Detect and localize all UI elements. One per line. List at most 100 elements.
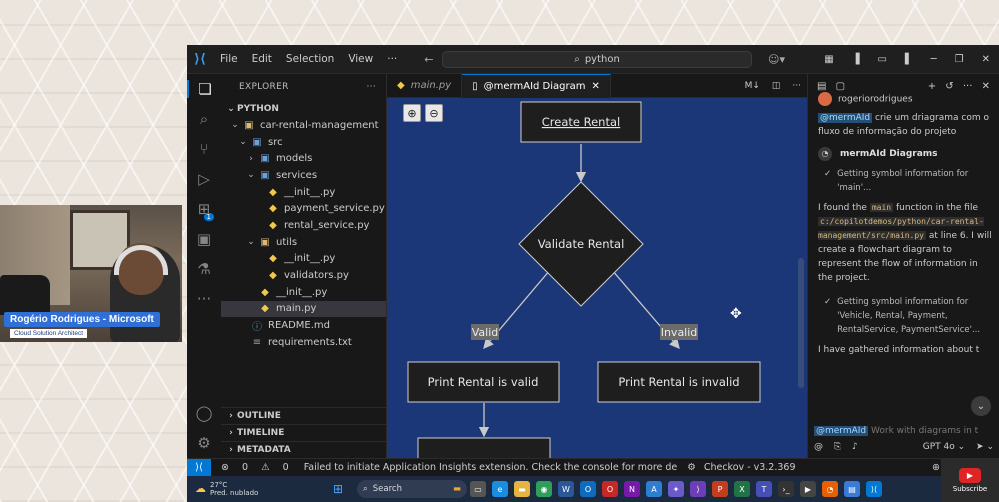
menu-selection[interactable]: Selection xyxy=(279,53,341,65)
scroll-down-icon[interactable]: ⌄ xyxy=(971,396,991,416)
maximize-icon[interactable]: ❐ xyxy=(946,54,973,65)
explorer-more-icon[interactable]: ··· xyxy=(367,82,376,92)
minimize-icon[interactable]: ─ xyxy=(922,54,946,65)
search-activity-icon[interactable]: ⌕ xyxy=(187,110,221,128)
taskbar-search[interactable]: ⌕ Search ▬ xyxy=(357,480,467,498)
tree-item[interactable]: ◆ rental_service.py xyxy=(221,217,386,234)
toggle-sidebar-icon[interactable]: ▐ xyxy=(843,54,869,65)
nav-back-icon[interactable]: ← xyxy=(418,53,439,66)
copilot-chat-panel: ▤ ▢ + ↺ ··· ✕ rogeriorodrigues @mermAId … xyxy=(807,74,999,458)
mention-icon[interactable]: @ xyxy=(814,442,831,452)
tree-item[interactable]: ◆ payment_service.py xyxy=(221,200,386,217)
chat-input[interactable]: @mermAId Work with diagrams in t @ ⎘ ♪ G… xyxy=(814,426,994,456)
chevron-down-icon[interactable]: ⌄ xyxy=(986,442,994,452)
edge-icon[interactable]: e xyxy=(492,481,508,497)
command-center-search[interactable]: ⌕ python xyxy=(442,51,752,68)
mermaid-diagram-canvas[interactable]: ⊕ ⊖ Valid Invalid Create Rental Validate… xyxy=(387,98,807,458)
tree-item[interactable]: › ▣ models xyxy=(221,150,386,167)
tree-item[interactable]: ⌄ ▣ car-rental-management xyxy=(221,117,386,134)
copilot-icon[interactable]: ☺▾ xyxy=(762,53,791,66)
testing-icon[interactable]: ⚗ xyxy=(187,260,221,278)
chevron-down-icon[interactable]: ⌄ xyxy=(958,442,966,452)
outlook-icon[interactable]: O xyxy=(580,481,596,497)
tree-item[interactable]: ◆ __init__.py xyxy=(221,184,386,201)
tree-item[interactable]: ◆ __init__.py xyxy=(221,251,386,268)
weather-condition: Pred. nublado xyxy=(210,489,259,497)
clipchamp-icon[interactable]: ▶ xyxy=(800,481,816,497)
progress-step-text: Getting symbol information for 'main'... xyxy=(837,168,969,193)
toggle-secondary-sidebar-icon[interactable]: ▌ xyxy=(896,54,922,65)
toggle-panel-icon[interactable]: ▭ xyxy=(868,54,895,65)
more-actions-icon[interactable]: ··· xyxy=(786,81,807,91)
chat-bubble-icon[interactable]: ▢ xyxy=(833,81,848,92)
tree-item[interactable]: ◆ validators.py xyxy=(221,267,386,284)
notes-icon[interactable]: ▤ xyxy=(844,481,860,497)
customize-layout-icon[interactable]: ▦ xyxy=(815,54,842,65)
source-control-icon[interactable]: ⑂ xyxy=(187,140,221,158)
start-icon[interactable]: ⊞ xyxy=(330,481,346,497)
attach-icon[interactable]: ⎘ xyxy=(834,442,849,452)
vertical-scrollbar[interactable] xyxy=(798,258,804,388)
remote-indicator-icon[interactable]: ⟩⟨ xyxy=(187,458,211,477)
tree-item[interactable]: ⌄ ▣ utils xyxy=(221,234,386,251)
word-icon[interactable]: W xyxy=(558,481,574,497)
tree-item[interactable]: ⌄ ▣ services xyxy=(221,167,386,184)
explorer-icon[interactable]: ❏ xyxy=(187,80,221,98)
model-picker[interactable]: GPT 4o xyxy=(923,442,955,452)
tree-item[interactable]: ⓘ README.md xyxy=(221,317,386,334)
chat-more-icon[interactable]: ··· xyxy=(960,81,976,92)
more-activity-icon[interactable]: ··· xyxy=(187,290,221,308)
task-view-icon[interactable]: ▭ xyxy=(470,481,486,497)
firefox-icon[interactable]: ◔ xyxy=(822,481,838,497)
terminal-icon[interactable]: ›_ xyxy=(778,481,794,497)
new-chat-file-icon[interactable]: ▤ xyxy=(814,81,829,92)
markdown-preview-badge[interactable]: M↓ xyxy=(739,81,766,91)
problems-indicator[interactable]: ⊗ 0 ⚠ 0 xyxy=(211,462,299,473)
tab-mermaid-diagram[interactable]: ▯ @mermAId Diagram ✕ xyxy=(462,73,611,98)
chat-input-field[interactable]: @mermAId Work with diagrams in t xyxy=(814,426,994,436)
close-icon[interactable]: ✕ xyxy=(973,54,999,65)
azure-icon[interactable]: A xyxy=(646,481,662,497)
weather-widget[interactable]: ☁ 27°C Pred. nublado xyxy=(187,481,327,497)
microphone-icon[interactable]: ♪ xyxy=(852,442,858,452)
menu-edit[interactable]: Edit xyxy=(245,53,279,65)
tree-item[interactable]: ⌄ ▣ src xyxy=(221,134,386,151)
tab-main-py[interactable]: ◆ main.py xyxy=(387,73,463,98)
file-explorer-icon[interactable]: ▬ xyxy=(514,481,530,497)
tab-close-icon[interactable]: ✕ xyxy=(591,81,599,92)
chrome-icon[interactable]: ◉ xyxy=(536,481,552,497)
vscode-purple-icon[interactable]: ⟩ xyxy=(690,481,706,497)
run-debug-icon[interactable]: ▷ xyxy=(187,170,221,188)
accounts-icon[interactable]: ◯ xyxy=(187,404,221,422)
extensions-icon[interactable]: ⊞ 1 xyxy=(187,200,221,221)
tree-item[interactable]: ≡ requirements.txt xyxy=(221,334,386,351)
teams-icon[interactable]: T xyxy=(756,481,772,497)
menu-more[interactable]: ··· xyxy=(380,53,404,65)
section-metadata[interactable]: › METADATA xyxy=(221,441,387,458)
section-timeline[interactable]: › TIMELINE xyxy=(221,424,387,441)
vscode-taskbar-icon[interactable]: ⟩⟨ xyxy=(866,481,882,497)
history-icon[interactable]: ↺ xyxy=(942,81,956,92)
remote-explorer-icon[interactable]: ▣ xyxy=(187,230,221,248)
menu-view[interactable]: View xyxy=(341,53,380,65)
settings-gear-icon[interactable]: ⚙ xyxy=(187,434,221,452)
send-icon[interactable]: ➤ xyxy=(968,442,984,452)
chat-close-icon[interactable]: ✕ xyxy=(979,81,993,92)
onenote-icon[interactable]: N xyxy=(624,481,640,497)
tree-item[interactable]: ◆ __init__.py xyxy=(221,284,386,301)
bot-response-text: function in the file xyxy=(895,202,978,213)
excel-icon[interactable]: X xyxy=(734,481,750,497)
split-editor-icon[interactable]: ◫ xyxy=(766,81,787,91)
section-outline[interactable]: › OUTLINE xyxy=(221,407,387,424)
status-message[interactable]: Failed to initiate Application Insights … xyxy=(299,462,683,473)
tree-item[interactable]: ◆ main.py xyxy=(221,300,386,318)
subscribe-overlay[interactable]: ▶ Subscribe xyxy=(941,458,999,502)
opera-icon[interactable]: O xyxy=(602,481,618,497)
powerpoint-icon[interactable]: P xyxy=(712,481,728,497)
tree-item-label: utils xyxy=(276,236,298,248)
copilot-app-icon[interactable]: ✦ xyxy=(668,481,684,497)
workspace-section[interactable]: ⌄ PYTHON xyxy=(221,100,386,117)
menu-file[interactable]: File xyxy=(213,53,245,65)
checkov-indicator[interactable]: ⚙ Checkov - v3.2.369 xyxy=(682,462,805,473)
new-chat-icon[interactable]: + xyxy=(925,81,939,92)
